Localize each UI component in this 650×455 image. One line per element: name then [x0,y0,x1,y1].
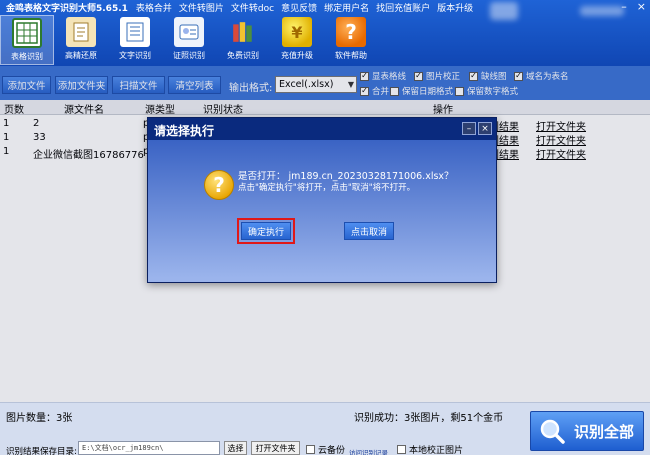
text-doc-icon [120,17,150,47]
toolbar-text-recognition[interactable]: 文字识别 [108,15,162,65]
toolbar-table-recognition[interactable]: 表格识别 [0,15,54,65]
open-save-folder-button[interactable]: 打开文件夹 [251,441,300,455]
recognize-all-button[interactable]: 识别全部 [530,411,644,451]
toolbar-id-recognition[interactable]: 证照识别 [162,15,216,65]
dialog-hint: 点击"确定执行"将打开，点击"取消"将不打开。 [238,183,416,193]
menu-item-upgrade[interactable]: 版本升级 [437,1,473,14]
cloud-backup-option[interactable]: 云备份 [306,443,345,455]
close-window-button[interactable]: × [637,0,646,14]
dialog-question: 是否打开： jm189.cn_20230328171006.xlsx？ [238,171,454,182]
local-correct-option[interactable]: 本地校正图片 [397,443,463,455]
toolbar-label: 文字识别 [119,51,151,60]
toolbar-label: 高精还原 [65,51,97,60]
toolbar-label: 软件帮助 [335,51,367,60]
menu-item-table-merge[interactable]: 表格合并 [136,1,172,14]
app-title: 金鸣表格文字识别大师5.65.1 [6,3,128,14]
table-icon [12,18,42,48]
main-toolbar: 表格识别 高精还原 文字识别 证照识别 免费识别 ¥ 充值升级 ? 软件帮助 [0,15,378,65]
magnifier-icon [540,419,565,444]
blurred-region [580,6,624,16]
toolbar-label: 证照识别 [173,51,205,60]
toolbar-recharge-upgrade[interactable]: ¥ 充值升级 [270,15,324,65]
recognize-all-label: 识别全部 [573,422,634,441]
toolbar-software-help[interactable]: ? 软件帮助 [324,15,378,65]
coin-icon: ¥ [282,17,312,47]
toolbar-label: 免费识别 [227,51,259,60]
option-label: 云备份 [318,446,346,455]
image-count: 图片数量：3张 [6,413,73,424]
minimize-window-button[interactable]: – [621,0,627,14]
question-icon: ? [204,170,234,200]
visit-records-link[interactable]: 访问识别记录 [349,447,388,455]
menu-item-bind-username[interactable]: 绑定用户名 [324,1,369,14]
toolbar-free-recognition[interactable]: 免费识别 [216,15,270,65]
recognition-summary: 识别成功：3张图片，剩51个金币 [354,413,504,424]
toolbar-label: 充值升级 [281,51,313,60]
dialog-title: 请选择执行 [154,124,215,138]
dialog-close-button[interactable]: × [478,122,492,135]
checkbox[interactable] [397,445,406,454]
blurred-region [490,2,518,20]
menu-item-file-to-doc[interactable]: 文件转doc [231,1,274,14]
menu-item-file-to-image[interactable]: 文件转图片 [179,1,224,14]
checkbox[interactable] [306,445,315,454]
top-bar: 金鸣表格文字识别大师5.65.1 表格合并 文件转图片 文件转doc 意见反馈 … [0,0,650,66]
help-icon: ? [336,17,366,47]
toolbar-high-precision[interactable]: 高精还原 [54,15,108,65]
menu-item-feedback[interactable]: 意见反馈 [281,1,317,14]
books-icon [228,17,258,47]
confirm-execute-button[interactable]: 确定执行 [237,218,295,244]
save-dir-label: 识别结果保存目录: [6,447,77,455]
choose-dir-button[interactable]: 选择 [224,441,247,455]
menu-bar: 金鸣表格文字识别大师5.65.1 表格合并 文件转图片 文件转doc 意见反馈 … [0,0,650,14]
cancel-button[interactable]: 点击取消 [344,222,394,240]
dialog-minimize-button[interactable]: – [462,122,476,135]
menu-item-recover-account[interactable]: 找回充值账户 [376,1,430,14]
document-icon [66,17,96,47]
window-controls: – × [621,0,646,14]
option-label: 本地校正图片 [409,446,464,455]
save-dir-input[interactable]: E:\文档\ocr_jm189cn\ [78,441,220,455]
id-card-icon [174,17,204,47]
toolbar-label: 表格识别 [11,52,43,61]
confirm-dialog: 请选择执行 – × ? 是否打开： jm189.cn_2023032817100… [147,117,497,283]
